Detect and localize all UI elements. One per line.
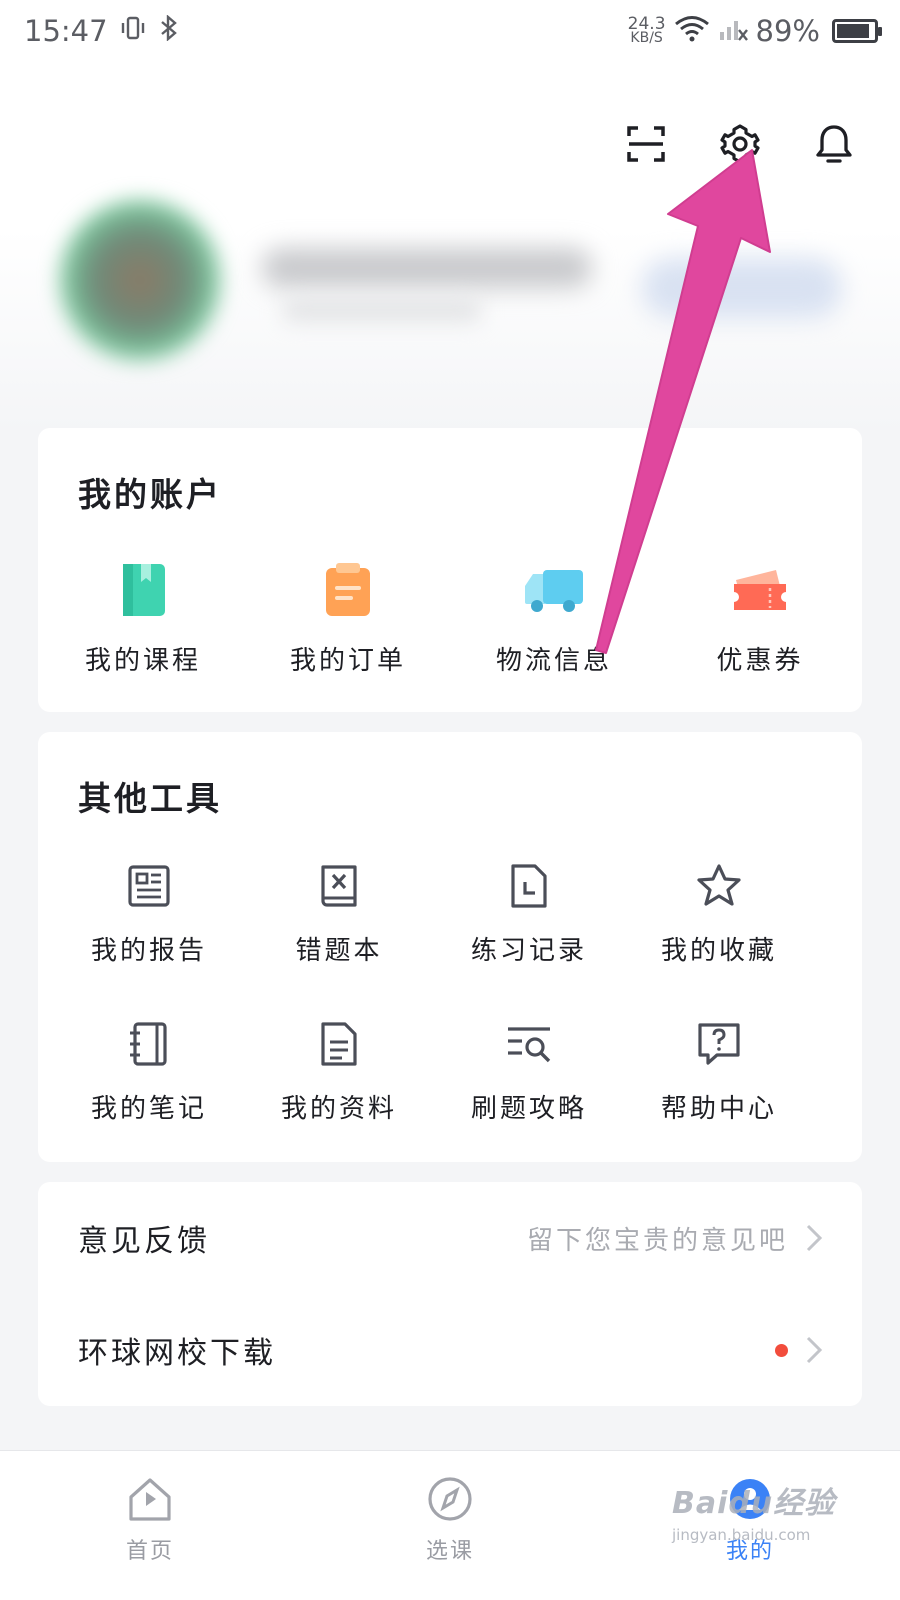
chevron-right-icon [806,1224,823,1252]
account-card: 我的账户 我的课程 我的订单 物流信息 优惠券 [38,428,862,712]
practice-record-item[interactable]: 练习记录 [434,862,624,967]
user-profile-area[interactable] [42,188,858,388]
practice-record-icon [511,864,547,908]
my-orders-item[interactable]: 我的订单 [248,560,448,677]
gear-icon [720,124,760,164]
new-badge-dot [775,1343,788,1357]
profile-header [0,62,900,432]
scan-button[interactable] [624,122,668,166]
status-bar: 15:47 24.3 KB/S 89% [0,0,900,62]
feedback-row[interactable]: 意见反馈 留下您宝贵的意见吧 [38,1182,862,1294]
bell-icon [816,125,852,163]
coupon-ticket-icon [730,560,790,620]
order-clipboard-icon [318,560,378,620]
member-badge-blurred[interactable] [642,258,842,318]
battery-percent: 89% [755,14,820,48]
help-icon [698,1023,740,1065]
settings-button[interactable] [718,122,762,166]
item-label: 我的课程 [84,646,201,676]
item-label: 错题本 [295,936,383,966]
account-title: 我的账户 [78,475,222,514]
compass-icon [428,1477,472,1521]
item-label: 我的报告 [90,936,207,966]
my-favorites-item[interactable]: 我的收藏 [624,862,814,967]
search-list-icon [508,1027,551,1063]
tab-mine[interactable]: 我的 [600,1451,900,1600]
feedback-hint: 留下您宝贵的意见吧 [526,1225,788,1256]
report-icon [128,865,170,907]
chevron-right-icon [806,1336,823,1364]
coupons-item[interactable]: 优惠券 [660,560,860,677]
home-icon [129,1478,171,1521]
tab-label: 首页 [125,1539,174,1564]
item-label: 我的收藏 [660,936,777,966]
wrong-questions-book-icon [321,865,357,907]
my-courses-item[interactable]: 我的课程 [38,560,248,677]
item-label: 优惠券 [716,646,804,676]
scan-icon [627,126,665,162]
tab-home[interactable]: 首页 [0,1451,300,1600]
header-actions [624,122,856,166]
tab-label: 选课 [425,1539,474,1564]
bottom-navigation: 首页 选课 我的 [0,1450,900,1600]
network-speed: 24.3 KB/S [627,14,666,46]
logistics-item[interactable]: 物流信息 [448,560,660,677]
delivery-truck-icon [523,560,585,620]
avatar[interactable] [60,200,220,360]
help-center-item[interactable]: 帮助中心 [624,1020,814,1125]
tools-card: 其他工具 我的报告 错题本 练习记录 我的收藏 我的笔记 我的资料 刷题攻略 帮… [38,732,862,1162]
app-download-row[interactable]: 环球网校下载 [38,1294,862,1406]
feedback-title: 意见反馈 [78,1224,210,1259]
my-notes-item[interactable]: 我的笔记 [54,1020,244,1125]
star-icon [697,864,741,906]
user-info-blurred [282,298,482,322]
tools-grid-row-2: 我的笔记 我的资料 刷题攻略 帮助中心 [54,1020,846,1125]
status-time: 15:47 [24,14,108,48]
wrong-questions-item[interactable]: 错题本 [244,862,434,967]
my-materials-item[interactable]: 我的资料 [244,1020,434,1125]
list-card: 意见反馈 留下您宝贵的意见吧 环球网校下载 [38,1182,862,1406]
document-icon [321,1022,357,1066]
battery-icon [832,19,882,43]
notifications-button[interactable] [812,122,856,166]
notebook-icon [130,1022,167,1066]
download-title: 环球网校下载 [78,1336,276,1371]
study-guide-item[interactable]: 刷题攻略 [434,1020,624,1125]
tools-title: 其他工具 [78,779,222,818]
item-label: 练习记录 [470,936,587,966]
signal-icon [718,14,748,49]
wifi-icon [674,14,710,49]
tab-courses[interactable]: 选课 [300,1451,600,1600]
my-report-item[interactable]: 我的报告 [54,862,244,967]
vibrate-icon [120,14,146,48]
item-label: 帮助中心 [660,1094,777,1124]
username-blurred [262,248,592,288]
profile-icon [730,1479,770,1519]
item-label: 我的资料 [280,1094,397,1124]
account-grid: 我的课程 我的订单 物流信息 优惠券 [38,560,862,677]
tab-label: 我的 [725,1539,774,1564]
course-book-icon [113,560,173,620]
item-label: 我的笔记 [90,1094,207,1124]
item-label: 我的订单 [289,646,406,676]
item-label: 刷题攻略 [470,1094,587,1124]
tools-grid-row-1: 我的报告 错题本 练习记录 我的收藏 [54,862,846,967]
item-label: 物流信息 [495,646,612,676]
bluetooth-icon [158,14,180,48]
